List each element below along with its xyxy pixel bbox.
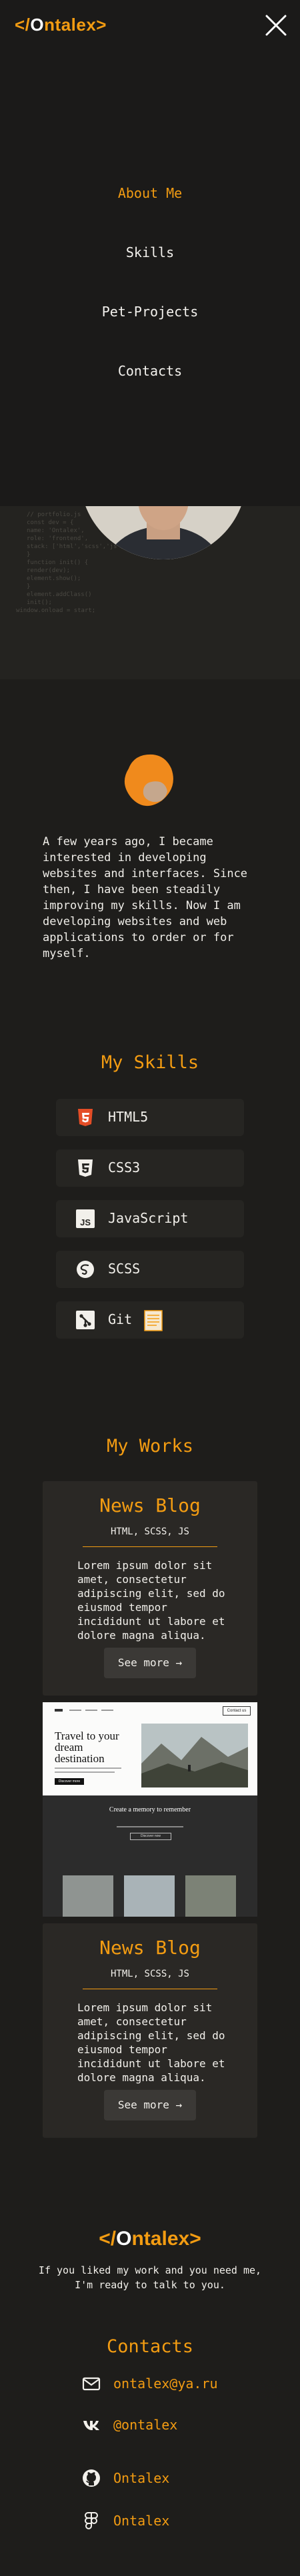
preview-nav-button: Contact us bbox=[223, 1706, 251, 1716]
skill-label: SCSS bbox=[108, 1261, 141, 1277]
nav-overlay: About Me Skills Pet-Projects Contacts bbox=[0, 0, 300, 506]
contact-label: @ontalex bbox=[113, 2417, 178, 2433]
code-line: name: 'Ontalex', bbox=[27, 527, 85, 534]
footer-logo[interactable]: </Ontalex> bbox=[0, 2228, 300, 2250]
logo-rest: ntalex> bbox=[131, 2228, 201, 2250]
code-line: window.onload = start; bbox=[16, 607, 96, 614]
svg-text:JS: JS bbox=[80, 1217, 91, 1227]
code-line: element.show(); bbox=[27, 575, 81, 582]
code-line: render(dev); bbox=[27, 567, 71, 574]
project-preview[interactable]: Contact us Travel to your dream destinat… bbox=[43, 1702, 257, 1917]
contact-label: Ontalex bbox=[113, 2513, 170, 2529]
card-title: News Blog bbox=[99, 1494, 201, 1516]
logo-prefix: </ bbox=[15, 15, 31, 35]
close-icon[interactable] bbox=[264, 13, 288, 37]
skill-item: Git bbox=[56, 1301, 244, 1339]
logo[interactable]: </Ontalex> bbox=[15, 15, 107, 35]
card-tags: HTML, SCSS, JS bbox=[110, 1969, 189, 1979]
code-line: stack: ['html','scss','js'] bbox=[27, 543, 125, 550]
skill-label: CSS3 bbox=[108, 1159, 141, 1175]
card-divider bbox=[83, 1546, 217, 1547]
work-card: News Blog HTML, SCSS, JS Lorem ipsum dol… bbox=[43, 1923, 257, 2138]
nav-item-pet-projects[interactable]: Pet-Projects bbox=[0, 304, 300, 320]
works-title: My Works bbox=[106, 1436, 194, 1456]
code-line: const dev = { bbox=[27, 519, 74, 526]
document-icon bbox=[144, 1310, 163, 1334]
contacts-title: Contacts bbox=[106, 2336, 194, 2357]
javascript-icon: JS bbox=[76, 1209, 95, 1228]
card-tags: HTML, SCSS, JS bbox=[110, 1526, 189, 1537]
work-card: News Blog HTML, SCSS, JS Lorem ipsum dol… bbox=[43, 1481, 257, 1696]
logo-prefix: </ bbox=[99, 2228, 117, 2250]
preview-hero-title: Travel to your dream destination bbox=[55, 1730, 119, 1765]
see-more-button[interactable]: See more → bbox=[104, 1648, 196, 1678]
git-icon bbox=[76, 1311, 95, 1329]
card-text: Lorem ipsum dolor sit amet, consectetur … bbox=[77, 2001, 225, 2084]
preview-section-title: Create a memory to remember bbox=[109, 1806, 191, 1813]
hero-section: // portfolio.js const dev = { name: 'Ont… bbox=[0, 506, 300, 679]
code-line: } bbox=[27, 551, 31, 558]
skill-item: HTML5 bbox=[56, 1099, 244, 1136]
code-line: element.addClass() bbox=[27, 591, 92, 598]
logo-rest: ntalex> bbox=[44, 15, 107, 35]
css3-icon bbox=[76, 1159, 95, 1177]
about-text: A few years ago, I became interested in … bbox=[43, 835, 248, 960]
card-text: Lorem ipsum dolor sit amet, consectetur … bbox=[77, 1559, 225, 1642]
skill-label: JavaScript bbox=[108, 1210, 189, 1226]
code-line: // portfolio.js bbox=[27, 511, 81, 518]
figma-icon bbox=[81, 2511, 101, 2531]
nav-item-contacts[interactable]: Contacts bbox=[0, 363, 300, 379]
code-line: function init() { bbox=[27, 559, 89, 566]
see-more-button[interactable]: See more → bbox=[104, 2090, 196, 2120]
contact-label: Ontalex bbox=[113, 2470, 170, 2486]
code-line: } bbox=[27, 583, 31, 590]
card-title: News Blog bbox=[99, 1937, 201, 1959]
logo-o: O bbox=[30, 15, 45, 35]
code-line: init(); bbox=[27, 599, 52, 606]
vk-icon bbox=[81, 2415, 101, 2435]
contact-label: ontalex@ya.ru bbox=[113, 2376, 218, 2392]
github-icon bbox=[81, 2468, 101, 2488]
logo-o: O bbox=[116, 2228, 132, 2250]
sass-icon bbox=[76, 1260, 95, 1279]
skill-label: Git bbox=[108, 1311, 133, 1327]
nav-item-skills[interactable]: Skills bbox=[0, 244, 300, 260]
skill-label: HTML5 bbox=[108, 1109, 149, 1125]
html5-icon bbox=[76, 1108, 95, 1127]
preview-section-button: Discover now bbox=[130, 1833, 171, 1840]
preview-landscape-image bbox=[141, 1724, 248, 1787]
skill-item: JS JavaScript bbox=[56, 1200, 244, 1237]
footer-text: If you liked my work and you need me, I'… bbox=[38, 2264, 262, 2291]
nav-item-about[interactable]: About Me bbox=[0, 185, 300, 201]
skill-item: SCSS bbox=[56, 1251, 244, 1288]
skills-title: My Skills bbox=[101, 1052, 199, 1073]
mail-icon bbox=[81, 2374, 101, 2394]
skill-item: CSS3 bbox=[56, 1149, 244, 1187]
avatar bbox=[80, 506, 247, 559]
preview-cta: Discover more bbox=[55, 1778, 84, 1785]
code-line: role: 'frontend', bbox=[27, 535, 89, 542]
decor-blob-icon bbox=[123, 753, 177, 808]
